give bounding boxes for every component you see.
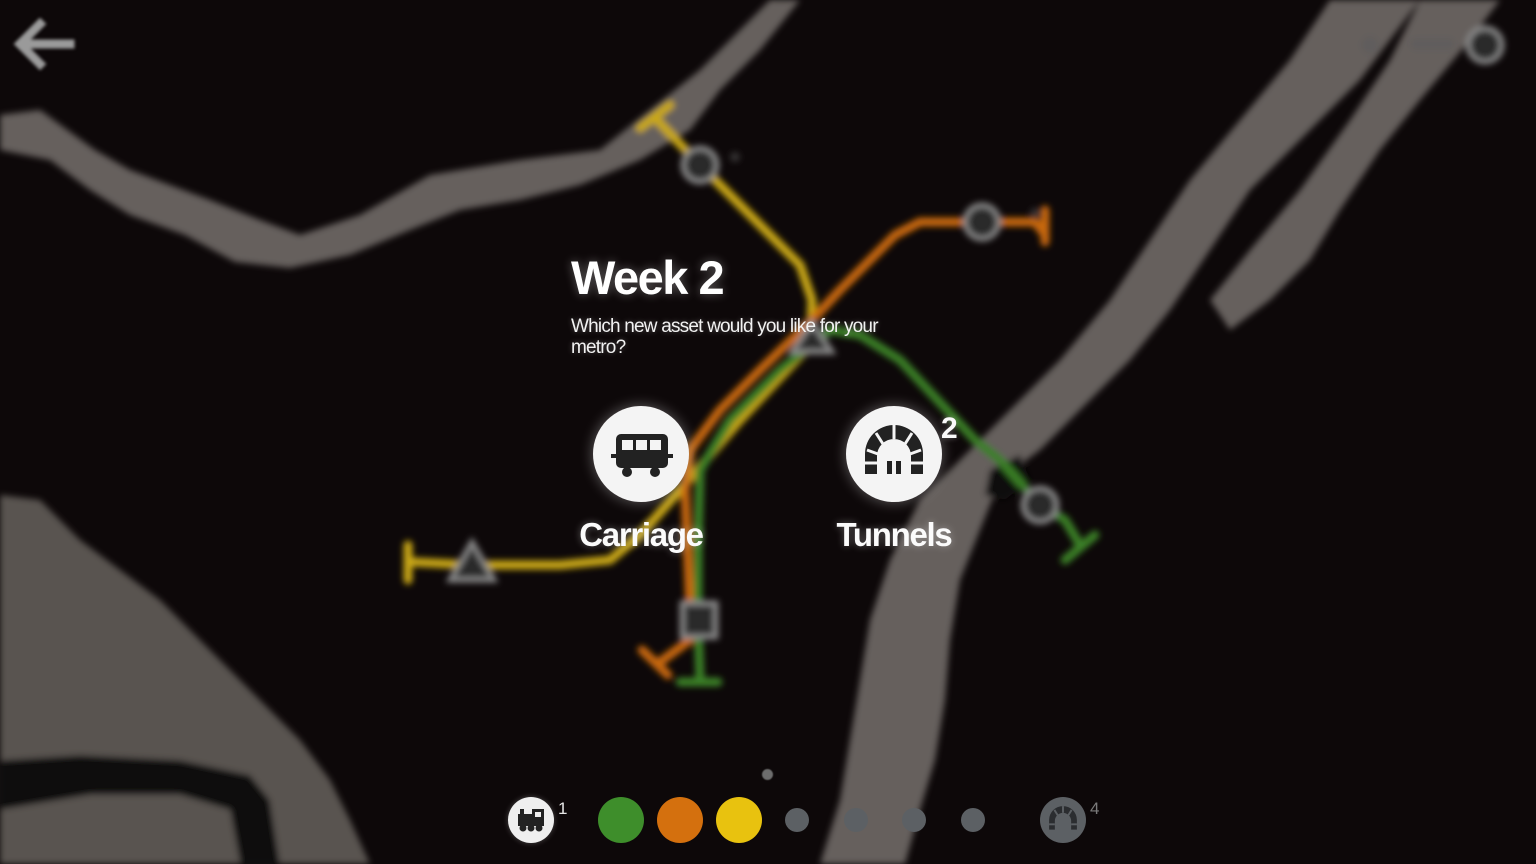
line-locked-slot (844, 808, 868, 832)
line-locked-slot (902, 808, 926, 832)
metro-map (0, 0, 1505, 864)
back-arrow-icon (13, 17, 75, 71)
line-yellow-button[interactable] (716, 797, 762, 843)
tunnel-icon (865, 425, 923, 474)
tunnels-count: 2 (941, 412, 958, 445)
tunnel-inventory-count: 4 (1090, 799, 1100, 818)
tunnels-label: Tunnels (836, 516, 953, 553)
page-indicator-dot (762, 769, 773, 780)
locomotive-button[interactable] (508, 797, 554, 843)
tunnels-choice-circle[interactable] (846, 406, 942, 502)
locomotive-icon (518, 809, 544, 832)
line-green-button[interactable] (598, 797, 644, 843)
bottom-hud: 1 4 (0, 760, 1536, 864)
line-locked-slot (961, 808, 985, 832)
carriage-label: Carriage (579, 516, 704, 553)
back-button[interactable] (12, 17, 76, 71)
tunnel-icon (1049, 806, 1077, 830)
dialog-subtitle: Which new asset would you like for your … (571, 316, 879, 358)
carriage-icon (611, 434, 673, 477)
dialog-title: Week 2 (571, 251, 725, 304)
line-orange-button[interactable] (657, 797, 703, 843)
locomotive-count: 1 (558, 799, 568, 818)
tunnel-inventory-button[interactable] (1040, 797, 1086, 843)
river (0, 0, 1500, 864)
carriage-choice-button[interactable]: Carriage (551, 406, 731, 554)
carriage-choice-circle[interactable] (593, 406, 689, 502)
tunnels-choice-button[interactable]: 2 Tunnels (804, 406, 984, 554)
line-locked-slot (785, 808, 809, 832)
